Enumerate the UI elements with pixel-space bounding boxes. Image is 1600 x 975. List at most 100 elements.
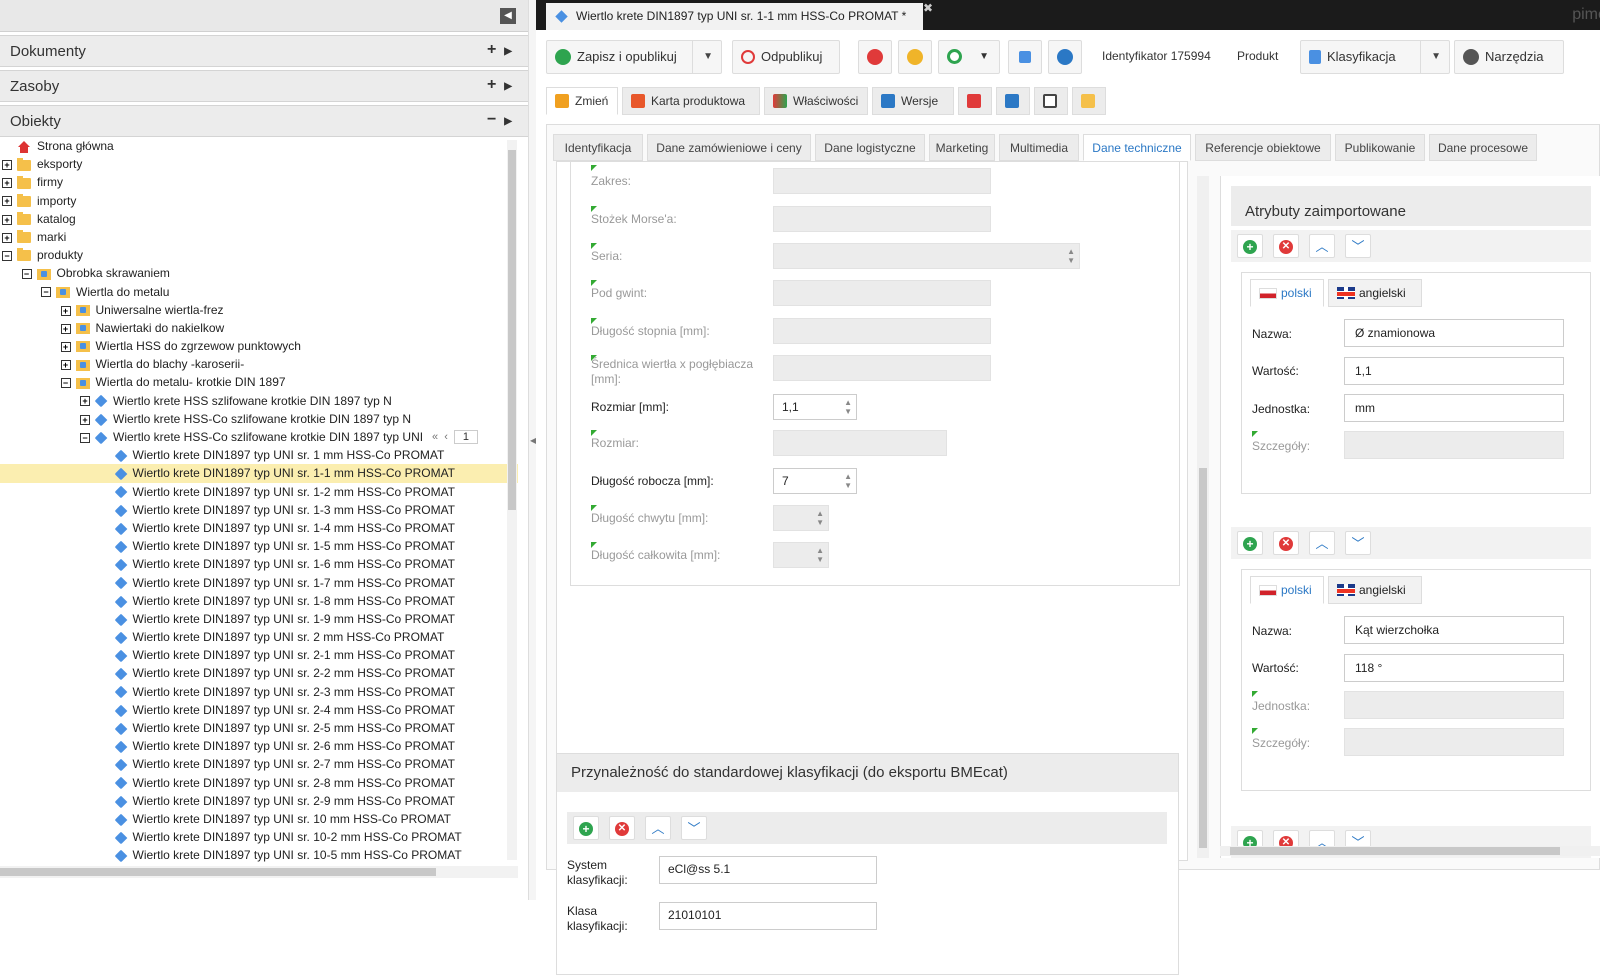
field-input[interactable]	[773, 355, 991, 381]
tree-horizontal-scrollbar[interactable]	[0, 866, 518, 878]
tree-node[interactable]: Wiertlo krete DIN1897 typ UNI sr. 2-8 mm…	[0, 774, 518, 792]
tab-polish[interactable]: polski	[1250, 576, 1324, 604]
tab-marketing[interactable]: Marketing	[929, 134, 995, 161]
tree-vertical-scrollbar[interactable]	[507, 140, 517, 860]
tab-versions[interactable]: Wersje	[872, 87, 954, 115]
tree-node[interactable]: Wiertlo krete DIN1897 typ UNI sr. 2-4 mm…	[0, 701, 518, 719]
expand-icon[interactable]: +	[60, 323, 71, 334]
classification-button[interactable]: Klasyfikacja ▼	[1300, 40, 1450, 74]
collapse-panel-icon[interactable]: ◀	[500, 8, 516, 24]
tree-node[interactable]: + importy	[0, 192, 518, 210]
tab-tags[interactable]	[1072, 87, 1106, 115]
first-page-icon[interactable]: «	[432, 431, 438, 443]
tree-node[interactable]: Wiertlo krete DIN1897 typ UNI sr. 1-5 mm…	[0, 537, 518, 555]
tree-node[interactable]: − produkty	[0, 246, 518, 264]
collapse-icon[interactable]: −	[2, 250, 12, 261]
tree-node[interactable]: Wiertlo krete DIN1897 typ UNI sr. 2-1 mm…	[0, 646, 518, 664]
tree-node[interactable]: Wiertlo krete DIN1897 typ UNI sr. 2-6 mm…	[0, 737, 518, 755]
accordion-objects[interactable]: Obiekty −▶	[0, 105, 534, 137]
tab-edit[interactable]: Zmień	[546, 87, 618, 115]
spinner-arrows-icon[interactable]: ▲ ▼	[844, 398, 852, 416]
tab-publikowanie[interactable]: Publikowanie	[1335, 134, 1425, 161]
tab-dane-procesowe[interactable]: Dane procesowe	[1429, 134, 1537, 161]
prev-page-icon[interactable]: ‹	[444, 431, 448, 443]
tree-node[interactable]: Wiertlo krete DIN1897 typ UNI sr. 10 mm …	[0, 810, 518, 828]
field-input[interactable]	[773, 168, 991, 194]
scrollbar-thumb[interactable]	[0, 868, 436, 876]
expand-icon[interactable]: +	[2, 178, 12, 189]
scrollbar-thumb[interactable]	[508, 150, 516, 510]
expand-icon[interactable]: +	[60, 360, 71, 371]
name-field[interactable]: Ø znamionowa	[1344, 319, 1564, 347]
tree-node[interactable]: − Wiertla do metalu- krotkie DIN 1897	[0, 373, 518, 391]
tab-dane-techniczne[interactable]: Dane techniczne	[1083, 134, 1191, 161]
tree-node[interactable]: + Nawiertaki do nakielkow	[0, 319, 518, 337]
move-down-button[interactable]: ﹀	[1345, 531, 1371, 555]
tree-node[interactable]: − Obrobka skrawaniem	[0, 264, 518, 282]
expand-icon[interactable]: +	[2, 160, 12, 171]
expand-icon[interactable]: +	[80, 396, 90, 407]
close-icon[interactable]: ✖	[923, 1, 933, 15]
tab-identyfikacja[interactable]: Identyfikacja	[553, 134, 643, 161]
remove-button[interactable]: ✕	[1273, 531, 1299, 555]
tree-node[interactable]: + marki	[0, 228, 518, 246]
tools-button[interactable]: Narzędzia	[1454, 40, 1564, 74]
tree-node[interactable]: Wiertlo krete DIN1897 typ UNI sr. 10-2 m…	[0, 828, 518, 846]
spinner-arrows-icon[interactable]: ▲ ▼	[816, 509, 824, 527]
name-field[interactable]: Kąt wierzchołka	[1344, 616, 1564, 644]
add-icon[interactable]: +	[487, 76, 504, 93]
add-icon[interactable]: +	[487, 41, 504, 58]
tab-english[interactable]: angielski	[1328, 576, 1422, 604]
tree-node[interactable]: Wiertlo krete DIN1897 typ UNI sr. 2 mm H…	[0, 628, 518, 646]
field-input[interactable]	[773, 318, 991, 344]
expand-icon[interactable]: +	[2, 196, 12, 207]
tab-dane-logistyczne[interactable]: Dane logistyczne	[815, 134, 925, 161]
tree-node[interactable]: Wiertlo krete DIN1897 typ UNI sr. 2-2 mm…	[0, 664, 518, 682]
unit-field[interactable]	[1344, 691, 1564, 719]
field-input[interactable]: ▲ ▼	[773, 243, 1080, 269]
add-button[interactable]: +	[573, 816, 599, 840]
value-field[interactable]: 1,1	[1344, 357, 1564, 385]
collapse-icon[interactable]: −	[21, 269, 32, 280]
page-number-input[interactable]: 1	[453, 430, 478, 444]
expand-icon[interactable]: +	[60, 341, 71, 352]
tree-node[interactable]: Wiertlo krete DIN1897 typ UNI sr. 1-4 mm…	[0, 519, 518, 537]
panel-splitter[interactable]: ◀	[528, 0, 536, 900]
tab-english[interactable]: angielski	[1328, 279, 1422, 307]
system-field[interactable]: eCl@ss 5.1	[659, 856, 877, 884]
tree-node[interactable]: + Wiertla HSS do zgrzewow punktowych	[0, 337, 518, 355]
tree-node[interactable]: Strona główna	[0, 137, 518, 155]
expand-icon[interactable]: +	[80, 414, 90, 425]
collapse-icon[interactable]: −	[60, 378, 71, 389]
details-field[interactable]	[1344, 728, 1564, 756]
tree-node[interactable]: Wiertlo krete DIN1897 typ UNI sr. 1-7 mm…	[0, 574, 518, 592]
save-publish-button[interactable]: Zapisz i opublikuj ▼	[546, 40, 722, 74]
move-down-button[interactable]: ﹀	[681, 816, 707, 840]
move-up-button[interactable]: ︿	[645, 816, 671, 840]
unit-field[interactable]: mm	[1344, 394, 1564, 422]
info-button[interactable]	[1048, 40, 1082, 74]
tree-node[interactable]: Wiertlo krete DIN1897 typ UNI sr. 1-1 mm…	[0, 464, 518, 483]
expand-icon[interactable]: +	[2, 232, 12, 243]
accordion-documents[interactable]: Dokumenty +▶	[0, 35, 534, 67]
scrollbar-thumb[interactable]	[1199, 468, 1207, 848]
tree-node[interactable]: Wiertlo krete DIN1897 typ UNI sr. 1-8 mm…	[0, 592, 518, 610]
move-down-button[interactable]: ﹀	[1345, 234, 1371, 258]
field-input[interactable]: ▲ ▼	[773, 505, 829, 531]
expand-icon[interactable]: +	[2, 214, 12, 225]
expand-arrow-icon[interactable]: ▶	[504, 81, 520, 92]
accordion-assets[interactable]: Zasoby +▶	[0, 70, 534, 102]
tree-node[interactable]: + Wiertlo krete HSS szlifowane krotkie DI…	[0, 392, 518, 410]
tree-node[interactable]: − Wiertlo krete HSS-Co szlifowane krotkie…	[0, 428, 518, 446]
tab-schedule[interactable]	[958, 87, 992, 115]
tab-polish[interactable]: polski	[1250, 279, 1324, 307]
tab-product-card[interactable]: Karta produktowa	[622, 87, 760, 115]
expand-arrow-icon[interactable]: ▶	[504, 46, 520, 57]
move-up-button[interactable]: ︿	[1309, 234, 1335, 258]
chevron-down-icon[interactable]: ▼	[979, 41, 989, 73]
tree-node[interactable]: − Wiertla do metalu	[0, 283, 518, 301]
tree-node[interactable]: Wiertlo krete DIN1897 typ UNI sr. 1-2 mm…	[0, 483, 518, 501]
remove-button[interactable]: ✕	[609, 816, 635, 840]
tab-notes[interactable]	[1034, 87, 1068, 115]
remove-button[interactable]: ✕	[1273, 234, 1299, 258]
